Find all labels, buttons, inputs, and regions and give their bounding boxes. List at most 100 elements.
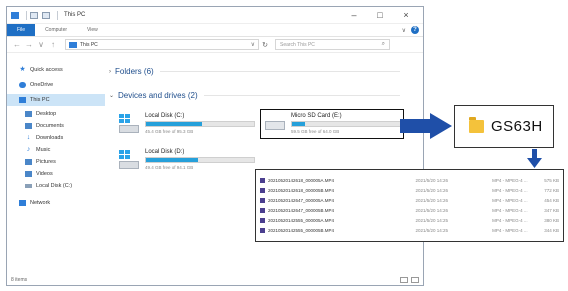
windows-drive-icon — [119, 150, 141, 172]
drive-usage-fill — [146, 158, 198, 162]
nav-item-downloads[interactable]: ↓ Downloads — [7, 133, 105, 143]
drive-local-disk-c[interactable]: Local Disk (C:) 45.4 GB free of 95.3 GB — [115, 110, 265, 140]
nav-item-pictures[interactable]: Pictures — [7, 157, 105, 167]
nav-item-desktop[interactable]: Desktop — [7, 109, 105, 119]
nav-item-videos[interactable]: Videos — [7, 169, 105, 179]
divider — [159, 71, 400, 72]
nav-item-label: Desktop — [36, 111, 57, 117]
devices-header-label: Devices and drives (2) — [118, 91, 198, 100]
forward-button[interactable]: → — [23, 40, 35, 49]
windows-drive-icon — [119, 114, 141, 136]
up-button[interactable]: ↑ — [47, 40, 59, 49]
tab-view[interactable]: View — [77, 24, 108, 36]
chevron-down-icon: ⌄ — [109, 93, 115, 99]
file-size: 380 KB — [544, 217, 559, 223]
drive-usage-bar — [145, 157, 255, 163]
divider — [203, 95, 400, 96]
tab-file[interactable]: File — [7, 24, 36, 36]
nav-item-network[interactable]: Network — [7, 197, 105, 209]
drive-usage-fill — [292, 122, 305, 126]
video-file-icon — [260, 217, 265, 223]
file-size: 454 KB — [544, 197, 559, 203]
file-date: 2021/5/20 14:26 — [415, 207, 448, 213]
folder-callout: GS63H — [454, 105, 554, 148]
tab-computer[interactable]: Computer — [35, 24, 77, 36]
nav-item-quick-access[interactable]: ★ Quick access — [7, 64, 105, 76]
list-item[interactable]: 20210520142555_000005A.MP4 2021/5/20 14:… — [260, 215, 559, 225]
nav-item-label: Music — [36, 147, 51, 153]
file-size: 575 KB — [544, 177, 559, 183]
drive-name: Local Disk (D:) — [145, 149, 185, 155]
nav-item-music[interactable]: ♪ Music — [7, 145, 105, 155]
minimize-button[interactable]: – — [341, 7, 367, 24]
list-item[interactable]: 20210520142647_000005B.MP4 2021/5/20 14:… — [260, 205, 559, 215]
file-type: MP4 - MPEG-4 ... — [492, 207, 528, 213]
nav-item-label: OneDrive — [30, 82, 54, 88]
list-item[interactable]: 20210520142618_000005A.MP4 2021/5/20 14:… — [260, 175, 559, 185]
file-type: MP4 - MPEG-4 ... — [492, 197, 528, 203]
drive-free-space: 59.5 GB free of 64.0 GB — [291, 129, 340, 134]
list-item[interactable]: 20210520142555_000005B.MP4 2021/5/20 14:… — [260, 225, 559, 235]
disk-icon — [25, 184, 32, 188]
list-item[interactable]: 20210520142618_000005B.MP4 2021/5/20 14:… — [260, 185, 559, 195]
star-icon: ★ — [19, 66, 26, 73]
large-icons-view-icon[interactable] — [411, 276, 419, 283]
help-icon[interactable]: ? — [411, 26, 419, 34]
desktop-icon — [25, 111, 32, 117]
pc-icon — [69, 41, 77, 48]
refresh-button[interactable]: ↻ — [259, 41, 271, 49]
file-type: MP4 - MPEG-4 ... — [492, 217, 528, 223]
drive-micro-sd-card[interactable]: Micro SD Card (E:) 59.5 GB free of 64.0 … — [260, 109, 404, 139]
drive-name: Local Disk (C:) — [145, 113, 185, 119]
video-file-icon — [260, 207, 265, 213]
new-folder-icon[interactable] — [42, 11, 50, 19]
drive-usage-fill — [146, 122, 203, 126]
nav-item-documents[interactable]: Documents — [7, 121, 105, 131]
nav-item-this-pc[interactable]: This PC — [7, 94, 105, 106]
file-name: 20210520142555_000005B.MP4 — [268, 227, 335, 233]
nav-item-local-disk-c[interactable]: Local Disk (C:) — [7, 181, 105, 191]
folders-group-header[interactable]: › Folders (6) — [109, 67, 400, 76]
nav-item-label: Downloads — [36, 135, 64, 141]
file-name: 20210520142647_000005A.MP4 — [268, 197, 335, 203]
ribbon-collapse-icon[interactable]: ∨ — [402, 27, 406, 34]
ribbon-tabs: File Computer View ∨ ? — [7, 24, 423, 37]
file-list-callout: 20210520142618_000005A.MP4 2021/5/20 14:… — [255, 169, 564, 242]
divider — [57, 10, 58, 20]
file-type: MP4 - MPEG-4 ... — [492, 187, 528, 193]
search-input[interactable]: Search This PC ⌕ — [275, 39, 390, 50]
details-view-icon[interactable] — [400, 276, 408, 283]
breadcrumb[interactable]: This PC — [80, 42, 98, 48]
file-size: 347 KB — [544, 207, 559, 213]
network-icon — [19, 200, 26, 206]
nav-item-onedrive[interactable]: OneDrive — [7, 79, 105, 91]
cloud-icon — [19, 82, 26, 88]
nav-item-label: Quick access — [30, 67, 63, 73]
drive-local-disk-d[interactable]: Local Disk (D:) 49.4 GB free of 94.1 GB — [115, 146, 265, 176]
drive-usage-bar — [145, 121, 255, 127]
address-bar[interactable]: This PC ∨ — [65, 39, 259, 50]
file-date: 2021/5/20 14:25 — [415, 217, 448, 223]
video-file-icon — [260, 227, 265, 233]
explorer-window: This PC – □ × File Computer View ∨ ? ← →… — [6, 6, 424, 286]
back-button[interactable]: ← — [11, 40, 23, 49]
documents-icon — [25, 123, 32, 129]
close-button[interactable]: × — [393, 7, 419, 24]
properties-icon[interactable] — [30, 11, 38, 19]
nav-item-label: Documents — [36, 123, 64, 129]
item-count: 8 items — [11, 276, 28, 283]
download-icon: ↓ — [26, 134, 31, 141]
pictures-icon — [25, 159, 32, 165]
recent-locations-button[interactable]: ∨ — [35, 40, 47, 49]
sd-card-drive-icon — [265, 114, 287, 136]
file-size: 772 KB — [544, 187, 559, 193]
maximize-button[interactable]: □ — [367, 7, 393, 24]
nav-item-label: Videos — [36, 171, 53, 177]
nav-item-label: Local Disk (C:) — [36, 183, 73, 189]
list-item[interactable]: 20210520142647_000005A.MP4 2021/5/20 14:… — [260, 195, 559, 205]
file-name: 20210520142618_000005B.MP4 — [268, 187, 335, 193]
devices-group-header[interactable]: ⌄ Devices and drives (2) — [109, 91, 400, 100]
nav-item-label: This PC — [30, 97, 50, 103]
drive-free-space: 49.4 GB free of 94.1 GB — [145, 165, 194, 170]
address-dropdown-icon[interactable]: ∨ — [251, 41, 255, 48]
